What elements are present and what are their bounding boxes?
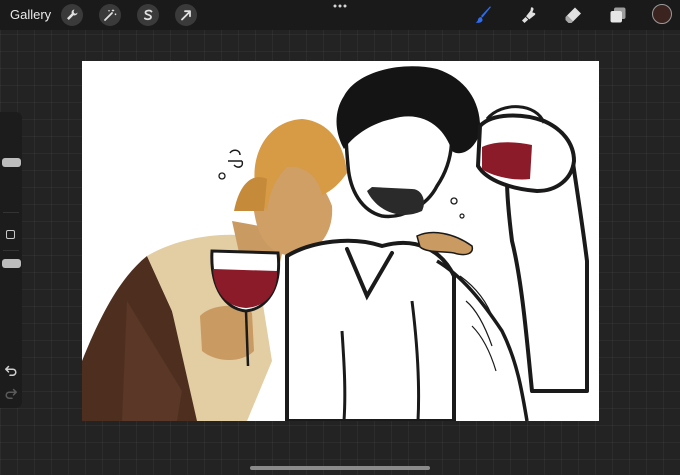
- undo-icon[interactable]: [4, 364, 18, 376]
- gallery-button[interactable]: Gallery: [10, 7, 51, 22]
- drawing-canvas[interactable]: [82, 61, 599, 421]
- brush-icon[interactable]: [474, 5, 494, 25]
- blond-hair-shape: [234, 177, 267, 211]
- brush-size-slider[interactable]: [2, 158, 21, 167]
- artwork-illustration: [82, 66, 589, 421]
- white-shirt-shape: [285, 238, 456, 421]
- sidebar-divider: [3, 212, 19, 213]
- wrench-icon[interactable]: [61, 4, 83, 26]
- color-picker[interactable]: [652, 4, 672, 24]
- left-sidebar: [0, 112, 22, 408]
- layers-icon[interactable]: [608, 5, 628, 25]
- arm-hair-lines: [459, 275, 497, 372]
- eraser-icon[interactable]: [563, 5, 583, 25]
- sidebar-divider: [3, 250, 19, 251]
- opacity-slider[interactable]: [2, 259, 21, 268]
- modify-button[interactable]: [6, 230, 15, 239]
- top-toolbar: Gallery: [0, 0, 680, 30]
- magic-wand-icon[interactable]: [99, 4, 121, 26]
- dizzy-bubble: [218, 172, 226, 180]
- more-options-icon[interactable]: [332, 0, 348, 12]
- redo-icon[interactable]: [4, 387, 18, 399]
- smudge-icon[interactable]: [520, 5, 540, 25]
- transform-arrow-icon[interactable]: [175, 4, 197, 26]
- selection-icon[interactable]: [137, 4, 159, 26]
- home-indicator: [250, 466, 430, 470]
- dizzy-bubble: [450, 197, 458, 205]
- dizzy-doodle: [228, 149, 244, 168]
- dizzy-bubble: [459, 213, 465, 219]
